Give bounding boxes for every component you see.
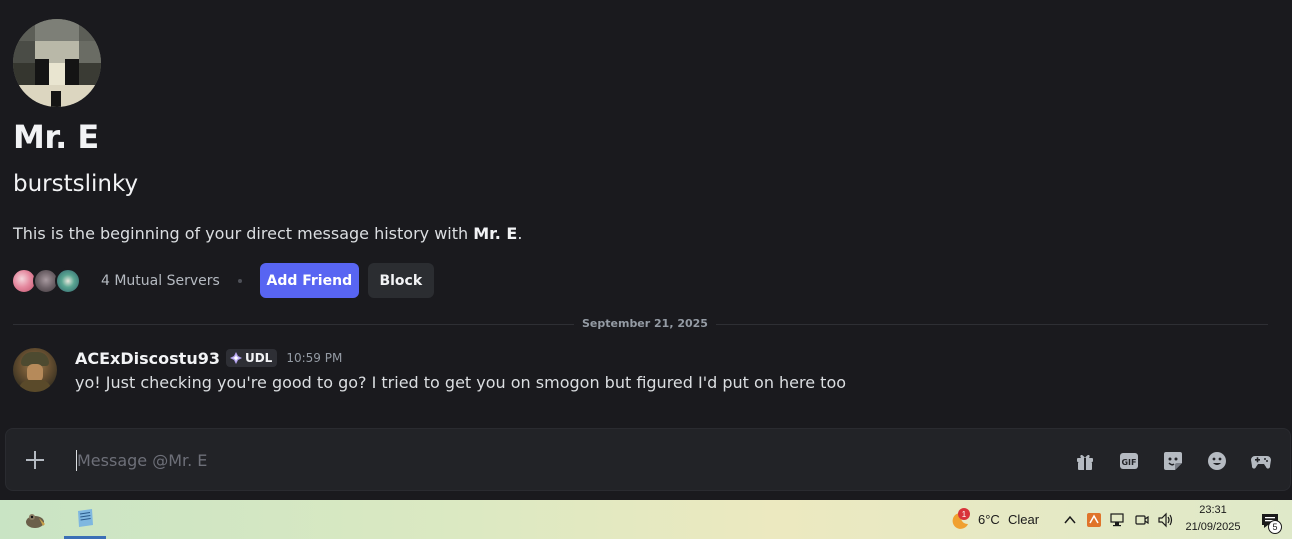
intro-prefix: This is the beginning of your direct mes… bbox=[13, 224, 474, 243]
network-icon[interactable] bbox=[1109, 511, 1127, 529]
gif-icon[interactable]: GIF bbox=[1117, 449, 1141, 473]
profile-username: burstslinky bbox=[13, 171, 139, 197]
server-icon-teal[interactable] bbox=[55, 267, 81, 294]
mutual-servers-count[interactable]: 4 Mutual Servers bbox=[101, 273, 220, 289]
tray-app-icon[interactable] bbox=[1085, 511, 1103, 529]
taskbar-gimp-icon[interactable] bbox=[14, 500, 56, 539]
mutual-server-icons[interactable] bbox=[11, 267, 87, 294]
clock-time[interactable]: 23:31 bbox=[1183, 504, 1243, 516]
taskbar-notepad-icon[interactable] bbox=[64, 500, 106, 539]
message-author-avatar[interactable] bbox=[13, 348, 57, 392]
separator-dot bbox=[237, 278, 242, 283]
message-composer: GIF bbox=[5, 428, 1291, 491]
block-button[interactable]: Block bbox=[367, 263, 434, 298]
volume-icon[interactable] bbox=[1157, 511, 1175, 529]
intro-suffix: . bbox=[517, 224, 523, 243]
show-hidden-icons-chevron-icon[interactable] bbox=[1061, 511, 1079, 529]
taskbar: 1 6°C Clear 23:31 21/09/2025 5 bbox=[0, 500, 1292, 539]
intro-name: Mr. E bbox=[473, 224, 518, 243]
message-timestamp[interactable]: 10:59 PM bbox=[286, 351, 342, 365]
svg-text:GIF: GIF bbox=[1121, 458, 1136, 467]
dm-window: Mr. E burstslinky This is the beginning … bbox=[0, 0, 1292, 500]
message-content: yo! Just checking you're good to go? I t… bbox=[75, 373, 847, 392]
profile-avatar[interactable] bbox=[13, 19, 101, 107]
server-tag[interactable]: UDL bbox=[225, 349, 278, 367]
server-tag-icon bbox=[229, 352, 242, 364]
dm-intro-text: This is the beginning of your direct mes… bbox=[13, 224, 522, 243]
profile-display-name: Mr. E bbox=[13, 118, 99, 156]
activity-icon[interactable] bbox=[1249, 449, 1273, 473]
mutual-servers-row: 4 Mutual Servers Add Friend Block bbox=[11, 263, 434, 298]
emoji-icon[interactable] bbox=[1205, 449, 1229, 473]
date-divider-label: September 21, 2025 bbox=[574, 317, 716, 330]
notification-count-badge: 5 bbox=[1268, 520, 1282, 534]
sticker-icon[interactable] bbox=[1161, 449, 1185, 473]
server-tag-label: UDL bbox=[244, 351, 273, 365]
clock-date[interactable]: 21/09/2025 bbox=[1180, 521, 1246, 533]
weather-temp[interactable]: 6°C bbox=[978, 512, 1000, 527]
message-input[interactable] bbox=[77, 447, 977, 473]
attach-plus-icon[interactable] bbox=[24, 449, 46, 471]
gift-icon[interactable] bbox=[1073, 449, 1097, 473]
weather-badge: 1 bbox=[958, 508, 970, 520]
message-author[interactable]: ACExDiscostu93 bbox=[75, 349, 220, 368]
message-header: ACExDiscostu93 UDL 10:59 PM bbox=[75, 348, 342, 368]
meet-now-icon[interactable] bbox=[1133, 511, 1151, 529]
add-friend-button[interactable]: Add Friend bbox=[259, 263, 359, 298]
weather-condition[interactable]: Clear bbox=[1008, 512, 1039, 527]
